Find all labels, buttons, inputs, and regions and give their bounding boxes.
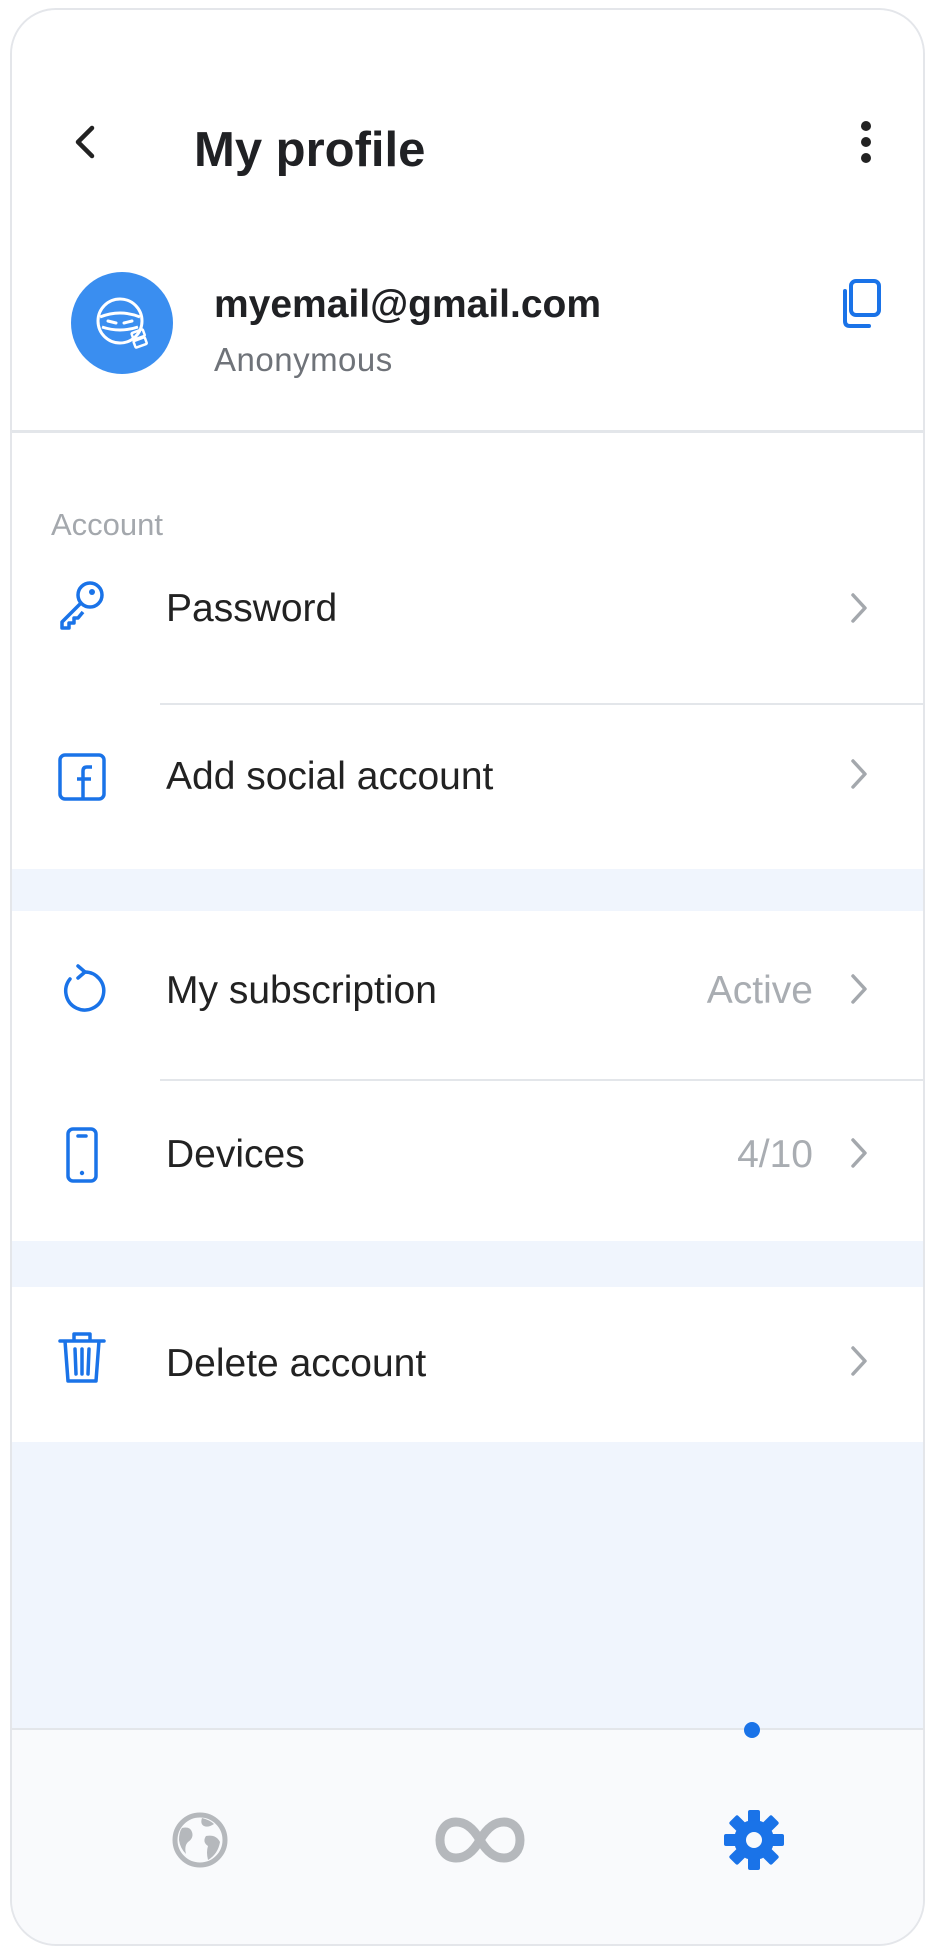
trash-icon: [52, 1327, 112, 1387]
chevron-left-icon: [75, 125, 95, 159]
subscription-section: My subscription Active Devices 4/10: [12, 911, 923, 1241]
more-vertical-icon: [861, 121, 871, 163]
gear-icon: [724, 1810, 784, 1870]
chevron-right-icon: [844, 583, 874, 633]
page-title: My profile: [194, 123, 426, 177]
active-tab-indicator: [744, 1722, 760, 1738]
key-icon: [52, 575, 112, 635]
nav-item-settings[interactable]: [704, 1790, 804, 1890]
user-email: myemail@gmail.com: [214, 283, 602, 326]
password-row[interactable]: Password: [12, 553, 923, 663]
row-label-devices: Devices: [166, 1133, 305, 1176]
add-social-account-row[interactable]: Add social account: [12, 717, 923, 837]
row-label-add-social-account: Add social account: [166, 755, 494, 798]
account-section: Account Password Add social account: [12, 433, 923, 869]
chevron-right-icon: [844, 749, 874, 799]
phone-icon: [52, 1125, 112, 1185]
phone-frame: My profile myemail@gmail.com Anonymous A…: [10, 8, 925, 1946]
nav-item-infinity[interactable]: [430, 1790, 530, 1890]
copy-icon: [843, 279, 881, 328]
avatar[interactable]: [71, 272, 173, 374]
user-status: Anonymous: [214, 341, 393, 378]
row-label-password: Password: [166, 587, 338, 630]
my-subscription-row[interactable]: My subscription Active: [12, 911, 923, 1071]
subscription-status-value: Active: [706, 969, 813, 1012]
row-divider: [160, 703, 923, 705]
chevron-right-icon: [844, 1336, 874, 1386]
copy-button[interactable]: [832, 274, 888, 334]
profile-header: My profile myemail@gmail.com Anonymous: [12, 10, 923, 430]
row-label-delete-account: Delete account: [166, 1342, 427, 1385]
bottom-navigation: [12, 1728, 923, 1944]
danger-section: Delete account: [12, 1287, 923, 1442]
delete-account-row[interactable]: Delete account: [12, 1287, 923, 1442]
refresh-icon: [52, 961, 112, 1021]
row-divider: [160, 1079, 923, 1081]
row-label-my-subscription: My subscription: [166, 969, 437, 1012]
facebook-icon: [52, 747, 112, 807]
ninja-avatar-icon: [96, 297, 148, 349]
infinity-icon: [435, 1817, 525, 1863]
devices-count-value: 4/10: [737, 1133, 813, 1176]
section-label-account: Account: [51, 507, 164, 542]
nav-item-globe[interactable]: [150, 1790, 250, 1890]
back-button[interactable]: [62, 118, 110, 166]
globe-icon: [172, 1812, 228, 1868]
devices-row[interactable]: Devices 4/10: [12, 1083, 923, 1233]
chevron-right-icon: [844, 964, 874, 1014]
chevron-right-icon: [844, 1128, 874, 1178]
more-options-button[interactable]: [842, 118, 890, 166]
